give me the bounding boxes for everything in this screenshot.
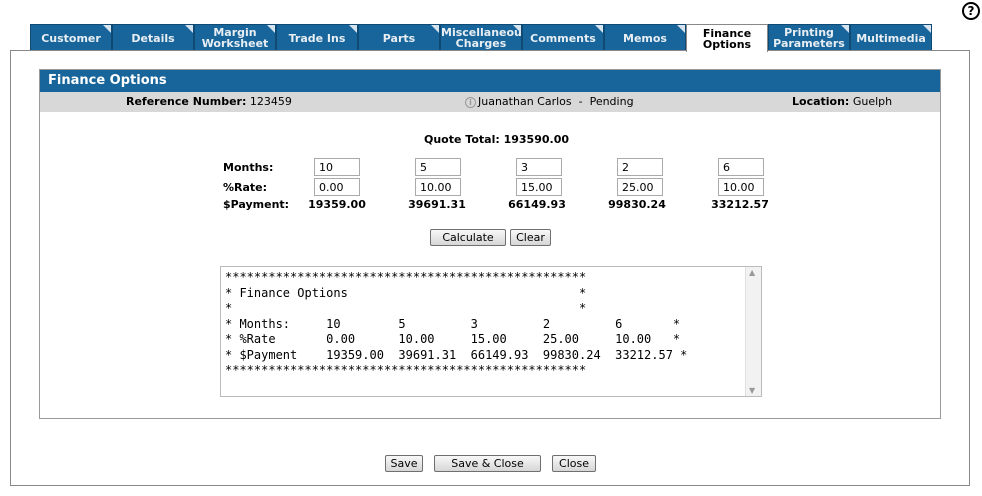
tab-multimedia[interactable]: Multimedia: [850, 24, 932, 51]
tab-finance-options[interactable]: Finance Options: [686, 24, 768, 52]
tab-trade-ins[interactable]: Trade Ins: [276, 24, 358, 51]
clear-button[interactable]: Clear: [510, 229, 551, 246]
payment-value-5: 33212.57: [711, 198, 769, 211]
rate-input-4[interactable]: [617, 178, 663, 196]
close-button[interactable]: Close: [552, 455, 596, 472]
tab-margin-worksheet[interactable]: Margin Worksheet: [194, 24, 276, 51]
quote-total: Quote Total: 193590.00: [424, 133, 570, 146]
summary-scrollbar[interactable]: ▲ ▼: [745, 267, 761, 396]
tab-miscellaneous-charges[interactable]: Miscellaneous Charges: [440, 24, 528, 51]
rate-input-1[interactable]: [314, 178, 360, 196]
months-input-5[interactable]: [718, 158, 764, 176]
tab-printing-parameters[interactable]: Printing Parameters: [768, 24, 850, 51]
finance-options-panel: Finance Options Reference Number: 123459…: [39, 69, 941, 419]
save-close-button[interactable]: Save & Close: [434, 455, 541, 472]
help-icon[interactable]: ?: [962, 2, 980, 20]
tab-comments[interactable]: Comments: [522, 24, 604, 51]
tab-customer[interactable]: Customer: [30, 24, 112, 51]
months-input-1[interactable]: [314, 158, 360, 176]
payment-label: $Payment:: [223, 198, 290, 211]
months-input-3[interactable]: [516, 158, 562, 176]
months-input-2[interactable]: [415, 158, 461, 176]
payment-value-1: 19359.00: [308, 198, 366, 211]
scroll-down-icon[interactable]: ▼: [749, 386, 755, 395]
info-icon[interactable]: i: [465, 96, 476, 108]
panel-title: Finance Options: [40, 70, 940, 92]
customer-status: i Juanathan Carlos - Pending: [465, 92, 634, 112]
rate-input-2[interactable]: [415, 178, 461, 196]
scroll-up-icon[interactable]: ▲: [749, 268, 755, 277]
tab-parts[interactable]: Parts: [358, 24, 440, 51]
save-button[interactable]: Save: [385, 455, 423, 472]
calculate-button[interactable]: Calculate: [430, 229, 506, 246]
summary-text: ****************************************…: [225, 270, 688, 377]
location: Location: Guelph: [792, 95, 893, 108]
rate-input-3[interactable]: [516, 178, 562, 196]
tab-details[interactable]: Details: [112, 24, 194, 51]
rate-input-5[interactable]: [718, 178, 764, 196]
summary-textarea[interactable]: ****************************************…: [220, 266, 762, 397]
payment-value-3: 66149.93: [508, 198, 566, 211]
reference-number: Reference Number: 123459: [126, 95, 292, 108]
reference-bar: Reference Number: 123459 i Juanathan Carl…: [40, 92, 940, 112]
rate-label: %Rate:: [223, 181, 268, 194]
tab-memos[interactable]: Memos: [604, 24, 686, 51]
payment-value-4: 99830.24: [608, 198, 666, 211]
months-input-4[interactable]: [617, 158, 663, 176]
payment-value-2: 39691.31: [408, 198, 466, 211]
months-label: Months:: [223, 161, 274, 174]
